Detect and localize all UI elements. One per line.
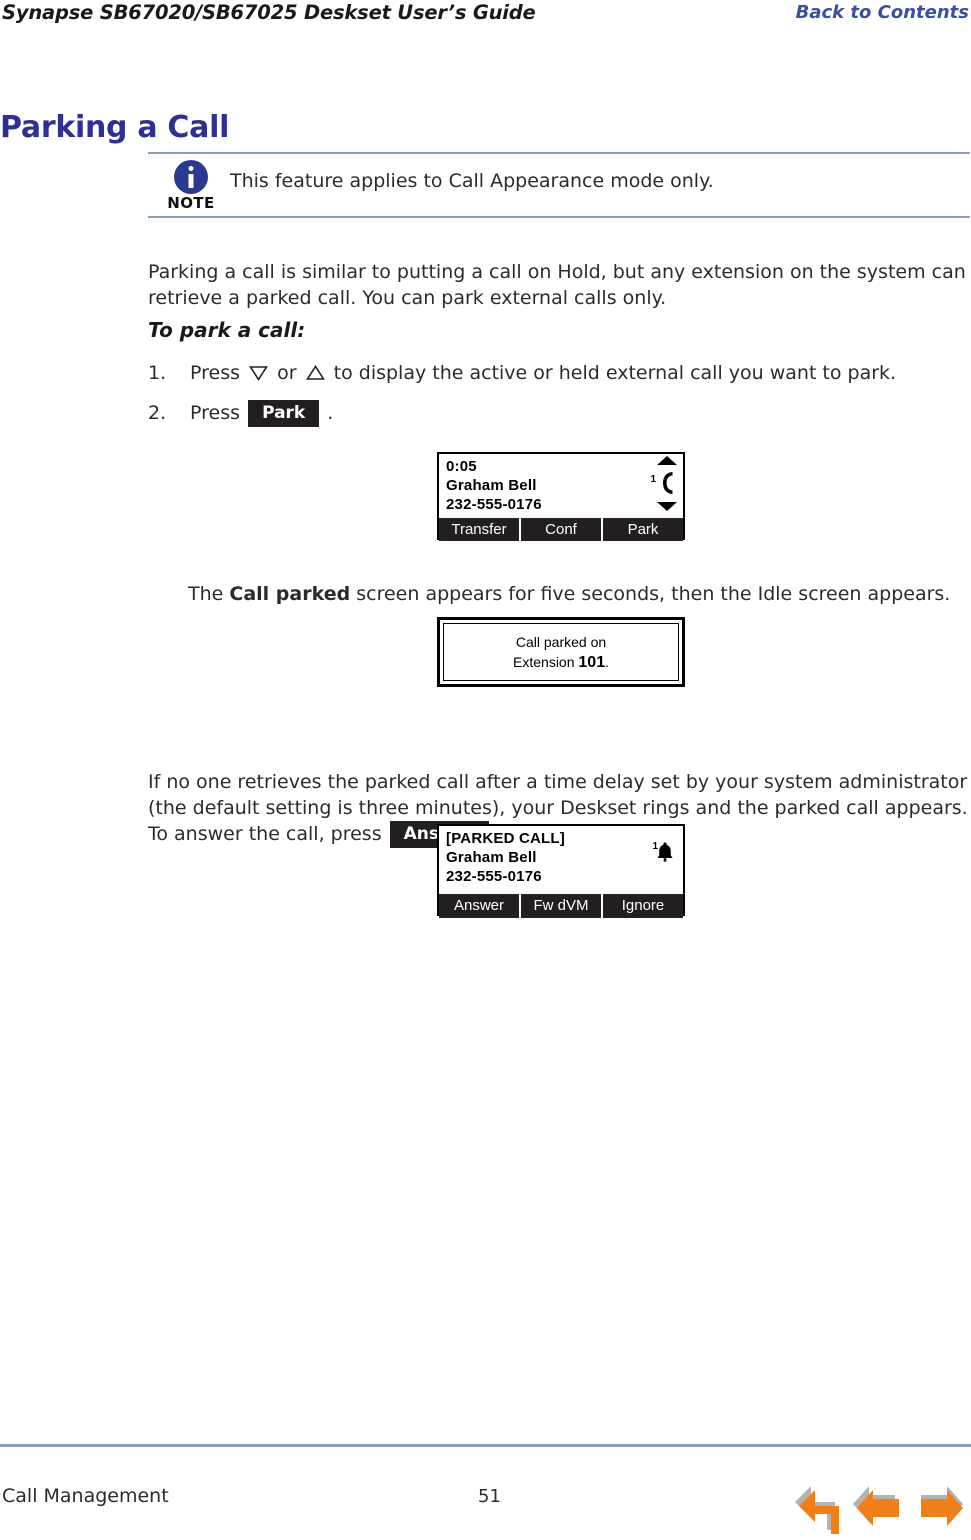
back-arrow-icon[interactable] bbox=[789, 1480, 845, 1536]
page-header: Synapse SB67020/SB67025 Deskset User’s G… bbox=[0, 0, 971, 34]
step-text-before: Press bbox=[190, 362, 241, 384]
info-icon bbox=[174, 160, 208, 194]
softkey-park[interactable]: Park bbox=[603, 518, 683, 541]
deskset-screen-parked-call: [PARKED CALL] Graham Bell 232-555-0176 1… bbox=[437, 824, 685, 918]
list-number: 1. bbox=[148, 362, 167, 384]
lcd-text-area: [PARKED CALL] Graham Bell 232-555-0176 1 bbox=[439, 826, 683, 892]
scroll-up-icon bbox=[657, 456, 677, 465]
lcd-status-icons: 1 bbox=[636, 827, 678, 885]
bell-icon bbox=[655, 841, 675, 870]
handset-icon bbox=[660, 471, 676, 500]
footer-navigation bbox=[789, 1480, 969, 1536]
note-callout: NOTE This feature applies to Call Appear… bbox=[148, 152, 970, 218]
page-title: Parking a Call bbox=[0, 110, 230, 146]
list-number: 2. bbox=[148, 402, 167, 424]
deskset-screen-active-call: 0:05 Graham Bell 232-555-0176 1 Transfer… bbox=[437, 452, 685, 541]
caption-before: The bbox=[188, 583, 230, 605]
softkey-transfer[interactable]: Transfer bbox=[439, 518, 521, 541]
lcd-status-icons: 1 bbox=[636, 455, 678, 513]
note-text: This feature applies to Call Appearance … bbox=[230, 170, 714, 192]
call-parked-suffix: . bbox=[605, 653, 609, 670]
list-item: 1. Press or to display the active or held… bbox=[148, 360, 971, 386]
caption-bold: Call parked bbox=[229, 583, 351, 605]
triangle-up-icon bbox=[305, 362, 325, 380]
intro-paragraph: Parking a call is similar to putting a c… bbox=[148, 261, 966, 309]
call-parked-dialog-inner: Call parked on Extension 101. bbox=[443, 623, 679, 681]
footer-divider bbox=[0, 1444, 971, 1447]
call-parked-prefix: Extension bbox=[513, 653, 579, 670]
softkey-conf[interactable]: Conf bbox=[521, 518, 603, 541]
step-text-after: to display the active or held external c… bbox=[333, 362, 897, 384]
subheading-to-park-a-call: To park a call: bbox=[148, 318, 306, 342]
deskset-screen-call-parked: Call parked on Extension 101. bbox=[437, 617, 685, 687]
note-icon-group: NOTE bbox=[162, 160, 220, 212]
triangle-down-icon bbox=[249, 362, 269, 381]
document-title: Synapse SB67020/SB67025 Deskset User’s G… bbox=[2, 1, 536, 24]
lcd-softkey-bar: Transfer Conf Park bbox=[439, 516, 683, 541]
call-parked-line2: Extension 101. bbox=[513, 652, 609, 673]
call-parked-extension: 101 bbox=[578, 653, 606, 671]
caption-after: screen appears for five seconds, then th… bbox=[350, 583, 951, 605]
call-parked-line1: Call parked on bbox=[515, 633, 607, 650]
lcd-line-count: 1 bbox=[650, 474, 656, 485]
step-text-after: . bbox=[327, 402, 334, 424]
list-item: 2. Press Park . bbox=[148, 400, 971, 427]
note-label: NOTE bbox=[167, 194, 215, 212]
footer-section-name: Call Management bbox=[2, 1485, 169, 1507]
park-softkey-chip[interactable]: Park bbox=[248, 400, 320, 427]
softkey-answer[interactable]: Answer bbox=[439, 894, 521, 918]
call-parked-caption: The Call parked screen appears for five … bbox=[188, 581, 971, 607]
softkey-ignore[interactable]: Ignore bbox=[603, 894, 683, 918]
next-arrow-icon[interactable] bbox=[913, 1480, 969, 1536]
lcd-text-area: 0:05 Graham Bell 232-555-0176 1 bbox=[439, 454, 683, 516]
back-to-contents-link[interactable]: Back to Contents bbox=[796, 2, 969, 23]
scroll-down-icon bbox=[657, 502, 677, 511]
lcd-softkey-bar: Answer Fw dVM Ignore bbox=[439, 892, 683, 918]
footer-page-number: 51 bbox=[478, 1486, 501, 1507]
softkey-fwdvm[interactable]: Fw dVM bbox=[521, 894, 603, 918]
step-text-before: Press bbox=[190, 402, 241, 424]
step-conjunction: or bbox=[277, 362, 297, 384]
previous-arrow-icon[interactable] bbox=[851, 1480, 907, 1536]
